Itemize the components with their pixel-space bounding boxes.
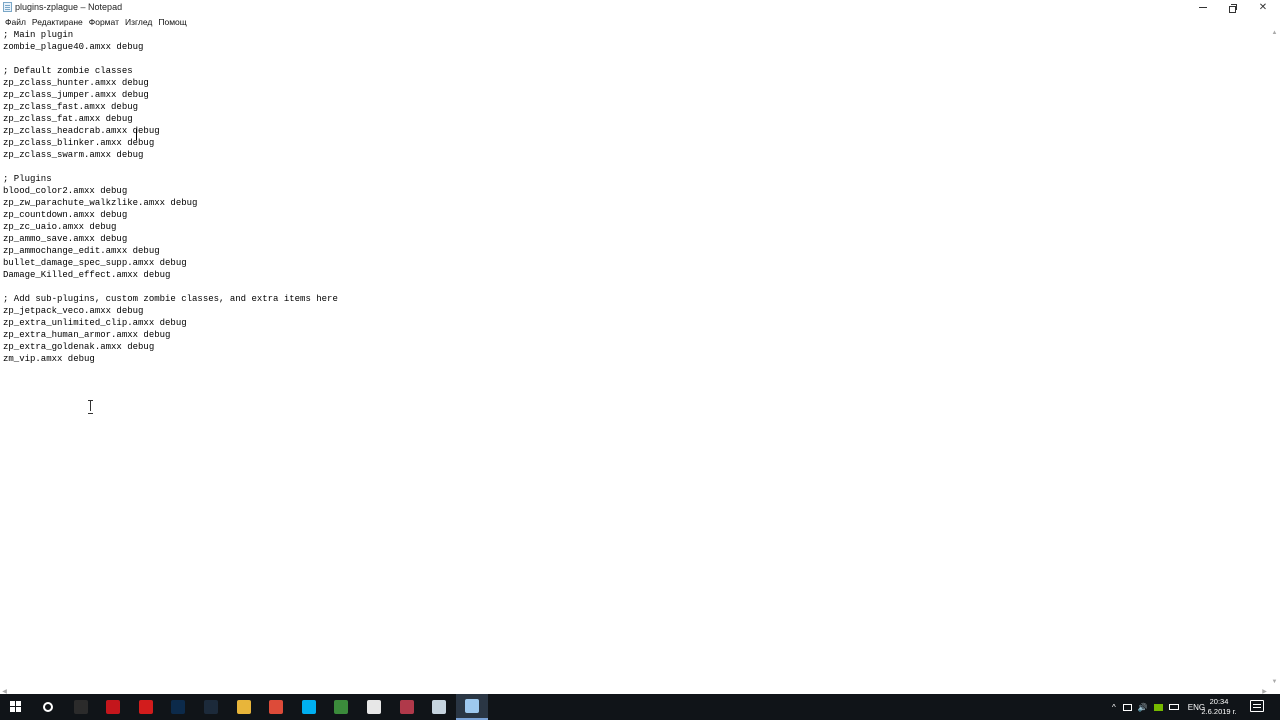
taskbar-search-button[interactable]: [32, 694, 64, 720]
editor-line[interactable]: zp_zclass_fat.amxx debug: [3, 113, 338, 125]
editor-line[interactable]: Damage_Killed_effect.amxx debug: [3, 269, 338, 281]
editor-line[interactable]: [3, 161, 338, 173]
editor-text[interactable]: ; Main plugin zombie_plague40.amxx debug;…: [3, 29, 338, 365]
close-icon: ✕: [1258, 2, 1268, 13]
taskbar-mail-app-button[interactable]: [391, 694, 423, 720]
restore-button[interactable]: [1218, 0, 1248, 15]
restore-icon: [1229, 3, 1237, 13]
start-button[interactable]: [0, 694, 32, 720]
taskbar-counter-strike-button[interactable]: [358, 694, 390, 720]
vertical-scrollbar[interactable]: ▲ ▼: [1269, 28, 1280, 688]
window-title: plugins-zplague – Notepad: [15, 2, 123, 12]
close-button[interactable]: ✕: [1248, 0, 1278, 15]
ibeam-cursor-icon: [88, 400, 94, 414]
skype-icon: [301, 700, 316, 714]
chrome-icon: [269, 700, 284, 714]
menu-bar: Файл Редактиране Формат Изглед Помощ: [0, 15, 1280, 28]
taskbar-steam-button[interactable]: [423, 694, 455, 720]
editor-line[interactable]: zp_countdown.amxx debug: [3, 209, 338, 221]
tray-chevron-up-icon[interactable]: ^: [1112, 703, 1116, 712]
minimize-button[interactable]: [1188, 0, 1218, 15]
editor-line[interactable]: zm_vip.amxx debug: [3, 353, 338, 365]
taskbar-chrome-button[interactable]: [260, 694, 292, 720]
taskbar-file-explorer-button[interactable]: [228, 694, 260, 720]
notepad-icon: [464, 699, 479, 713]
editor-line[interactable]: zp_zclass_blinker.amxx debug: [3, 137, 338, 149]
acrobat-icon: [106, 700, 121, 714]
editor-line[interactable]: zombie_plague40.amxx debug: [3, 41, 338, 53]
clock[interactable]: 20:34 2.6.2019 г.: [1196, 697, 1242, 717]
mail-app-icon: [399, 700, 414, 714]
editor-line[interactable]: zp_zclass_swarm.amxx debug: [3, 149, 338, 161]
search-icon: [43, 702, 53, 712]
menu-edit[interactable]: Редактиране: [29, 17, 86, 27]
nvidia-icon[interactable]: [1153, 703, 1163, 711]
taskbar-acrobat-reader-button[interactable]: [130, 694, 162, 720]
file-explorer-icon: [236, 700, 251, 714]
menu-file[interactable]: Файл: [2, 17, 29, 27]
notepad-icon: [3, 2, 12, 12]
speaker-icon[interactable]: 🔊: [1138, 703, 1148, 712]
taskbar-photoshop-button[interactable]: [162, 694, 194, 720]
scroll-up-icon[interactable]: ▲: [1269, 28, 1280, 39]
editor-line[interactable]: blood_color2.amxx debug: [3, 185, 338, 197]
editor-line[interactable]: bullet_damage_spec_supp.amxx debug: [3, 257, 338, 269]
steam-icon: [432, 700, 447, 714]
editor-line[interactable]: ; Add sub-plugins, custom zombie classes…: [3, 293, 338, 305]
editor-line[interactable]: ; Default zombie classes: [3, 65, 338, 77]
editor-line[interactable]: zp_zw_parachute_walkzlike.amxx debug: [3, 197, 338, 209]
acrobat-reader-icon: [138, 700, 153, 714]
battery-icon[interactable]: [1168, 704, 1179, 710]
minimize-icon: [1199, 7, 1207, 8]
counter-strike-icon: [367, 700, 381, 714]
editor-line[interactable]: zp_zclass_fast.amxx debug: [3, 101, 338, 113]
taskbar-skype-button[interactable]: [293, 694, 325, 720]
editor-line[interactable]: zp_extra_unlimited_clip.amxx debug: [3, 317, 338, 329]
taskbar-notepad-button[interactable]: [455, 694, 488, 720]
editor-line[interactable]: zp_zclass_jumper.amxx debug: [3, 89, 338, 101]
clock-time: 20:34: [1209, 697, 1229, 706]
text-editor[interactable]: ; Main plugin zombie_plague40.amxx debug;…: [0, 28, 1269, 688]
network-icon[interactable]: [1122, 703, 1132, 711]
terminal-icon: [73, 700, 88, 714]
windows-logo-icon: [10, 701, 22, 713]
photoshop-icon: [171, 700, 186, 714]
editor-line[interactable]: [3, 281, 338, 293]
text-caret: [136, 129, 137, 140]
editor-line[interactable]: [3, 53, 338, 65]
menu-view[interactable]: Изглед: [122, 17, 155, 27]
taskbar-app-green-button[interactable]: [325, 694, 357, 720]
menu-help[interactable]: Помощ: [155, 17, 189, 27]
scroll-down-icon[interactable]: ▼: [1269, 677, 1280, 688]
taskbar-terminal-button[interactable]: [65, 694, 97, 720]
notifications-icon[interactable]: [1250, 700, 1264, 712]
media-player-icon: [204, 700, 218, 714]
system-tray: ^ 🔊 ENG: [1112, 694, 1205, 720]
editor-line[interactable]: zp_extra_goldenak.amxx debug: [3, 341, 338, 353]
taskbar-media-player-button[interactable]: [195, 694, 227, 720]
app-green-icon: [334, 700, 349, 714]
taskbar-acrobat-button[interactable]: [97, 694, 129, 720]
editor-line[interactable]: zp_ammochange_edit.amxx debug: [3, 245, 338, 257]
editor-line[interactable]: zp_zclass_headcrab.amxx debug: [3, 125, 338, 137]
editor-line[interactable]: zp_ammo_save.amxx debug: [3, 233, 338, 245]
editor-line[interactable]: zp_jetpack_veco.amxx debug: [3, 305, 338, 317]
editor-line[interactable]: zp_extra_human_armor.amxx debug: [3, 329, 338, 341]
taskbar: ^ 🔊 ENG 20:34 2.6.2019 г.: [0, 694, 1280, 720]
editor-line[interactable]: zp_zclass_hunter.amxx debug: [3, 77, 338, 89]
menu-format[interactable]: Формат: [86, 17, 122, 27]
editor-line[interactable]: ; Main plugin: [3, 29, 338, 41]
clock-date: 2.6.2019 г.: [1201, 707, 1237, 716]
title-bar: plugins-zplague – Notepad ✕: [0, 0, 1280, 15]
editor-line[interactable]: zp_zc_uaio.amxx debug: [3, 221, 338, 233]
editor-line[interactable]: ; Plugins: [3, 173, 338, 185]
